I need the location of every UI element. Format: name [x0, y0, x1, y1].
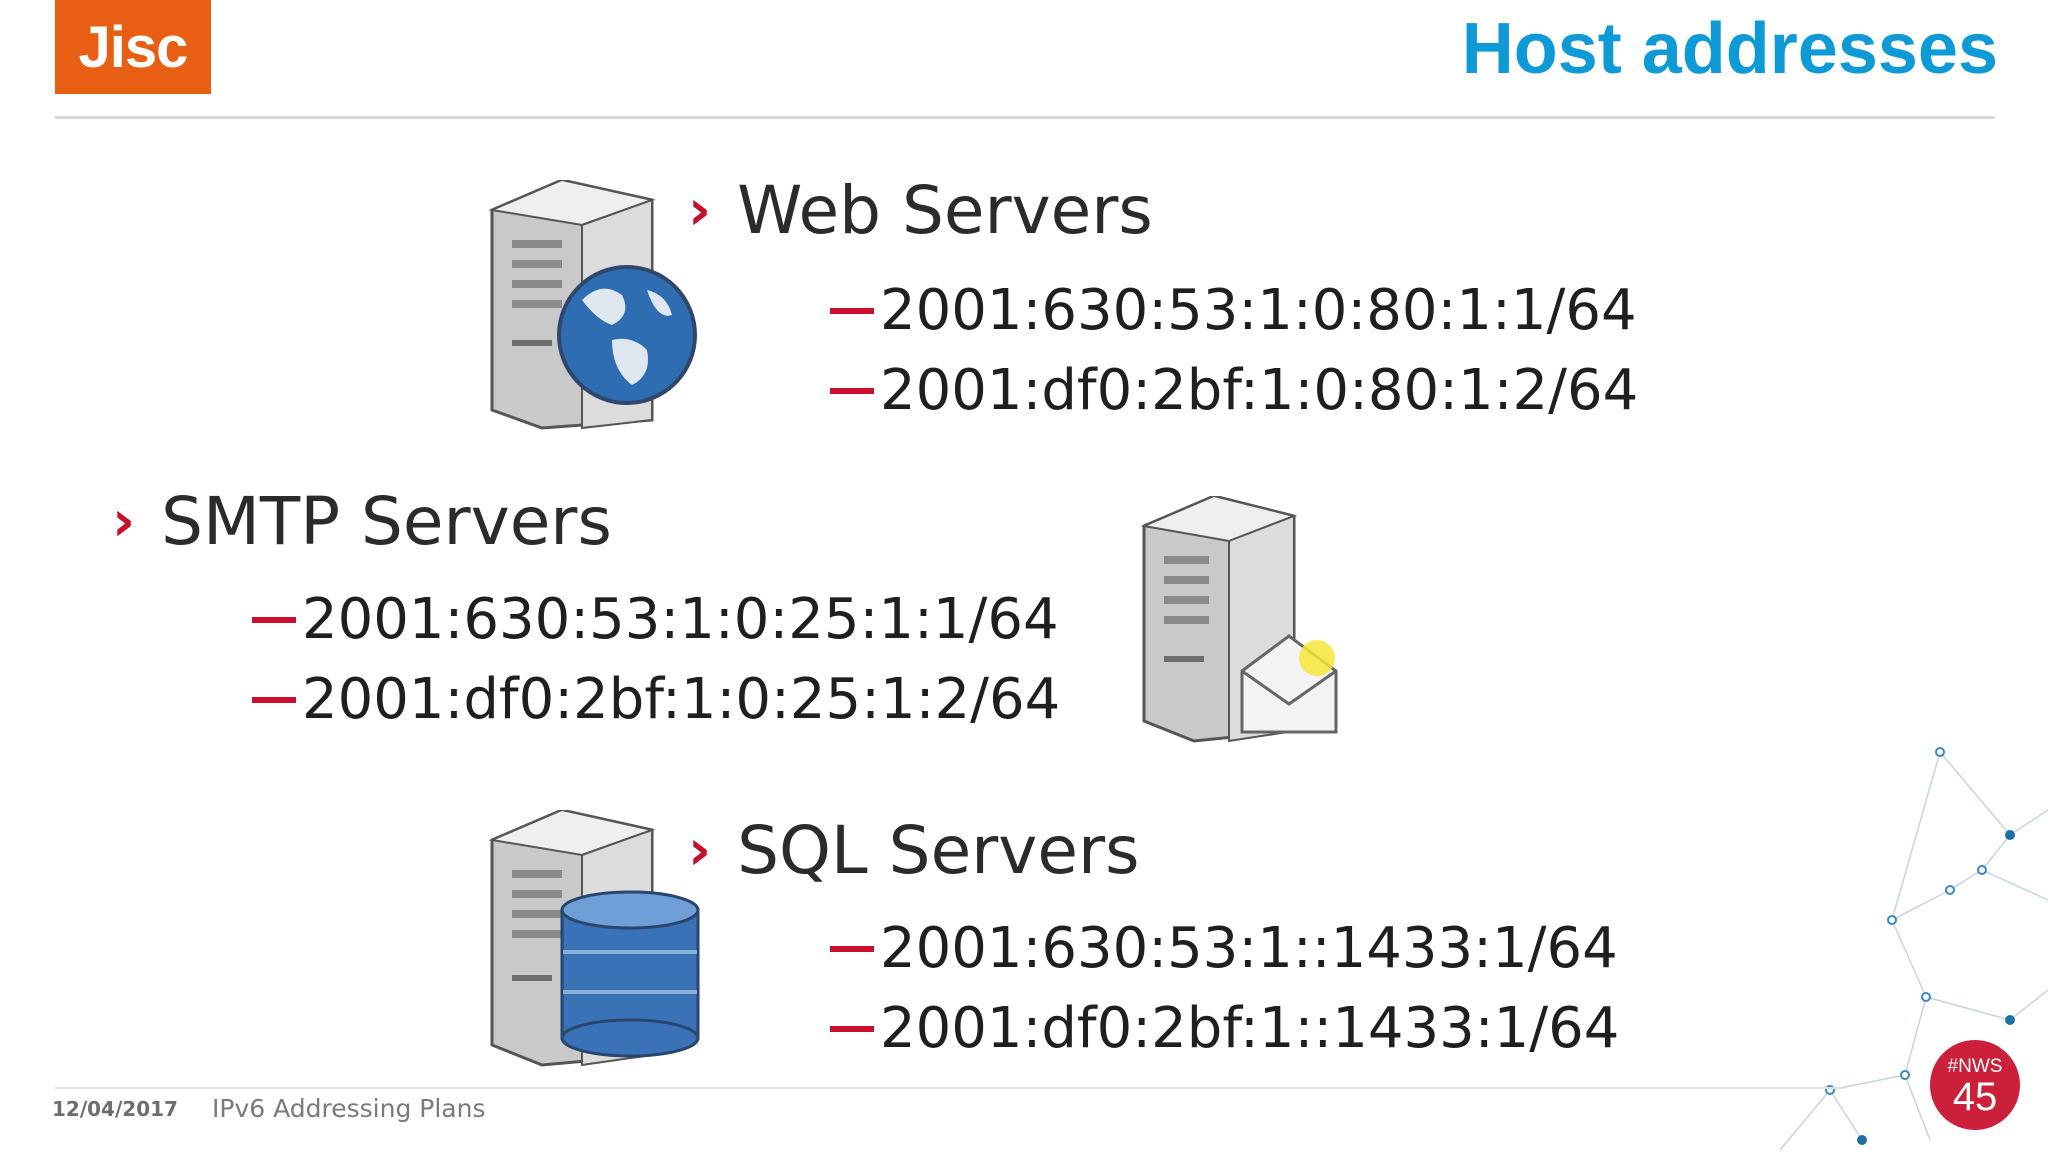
web-address-1: 2001:630:53:1:0:80:1:1/64: [830, 278, 1637, 343]
dash-bullet: [830, 945, 874, 952]
address-text: 2001:df0:2bf:1::1433:1/64: [880, 996, 1620, 1061]
footer-divider: [55, 1087, 1845, 1089]
address-text: 2001:630:53:1::1433:1/64: [880, 916, 1618, 981]
footer-date: 12/04/2017: [52, 1097, 178, 1121]
slide-title: Host addresses: [1461, 9, 1998, 89]
web-servers-label: Web Servers: [737, 172, 1153, 249]
dash-bullet: [830, 387, 874, 394]
dash-bullet: [830, 307, 874, 314]
web-servers-heading: › Web Servers: [688, 172, 1153, 249]
smtp-address-1: 2001:630:53:1:0:25:1:1/64: [252, 587, 1059, 652]
database-server-icon: [488, 810, 700, 1067]
bullet-chevron-icon: ›: [688, 178, 712, 243]
address-text: 2001:df0:2bf:1:0:25:1:2/64: [302, 667, 1061, 732]
address-text: 2001:df0:2bf:1:0:80:1:2/64: [880, 358, 1639, 423]
jisc-logo: Jisc: [55, 0, 211, 94]
mail-server-icon: [1140, 496, 1338, 743]
sql-servers-heading: › SQL Servers: [688, 812, 1140, 889]
web-server-globe-icon: [488, 180, 697, 430]
smtp-servers-heading: › SMTP Servers: [112, 483, 612, 560]
dash-bullet: [830, 1025, 874, 1032]
smtp-servers-label: SMTP Servers: [161, 483, 612, 560]
dash-bullet: [252, 696, 296, 703]
smtp-address-2: 2001:df0:2bf:1:0:25:1:2/64: [252, 667, 1060, 732]
bullet-chevron-icon: ›: [112, 489, 136, 554]
header-divider: [55, 116, 1995, 119]
sql-address-2: 2001:df0:2bf:1::1433:1/64: [830, 996, 1619, 1061]
web-address-2: 2001:df0:2bf:1:0:80:1:2/64: [830, 358, 1638, 423]
sql-servers-label: SQL Servers: [737, 812, 1140, 889]
slide: Jisc Host addresses › Web Servers 2001:6…: [0, 0, 2048, 1152]
sql-address-1: 2001:630:53:1::1433:1/64: [830, 916, 1618, 981]
footer-title: IPv6 Addressing Plans: [212, 1094, 486, 1123]
bullet-chevron-icon: ›: [688, 818, 712, 883]
dash-bullet: [252, 616, 296, 623]
badge-bottom-text: 45: [1952, 1075, 1998, 1119]
address-text: 2001:630:53:1:0:80:1:1/64: [880, 278, 1637, 343]
address-text: 2001:630:53:1:0:25:1:1/64: [302, 587, 1059, 652]
nws45-badge: #NWS 45: [1930, 1040, 2020, 1130]
